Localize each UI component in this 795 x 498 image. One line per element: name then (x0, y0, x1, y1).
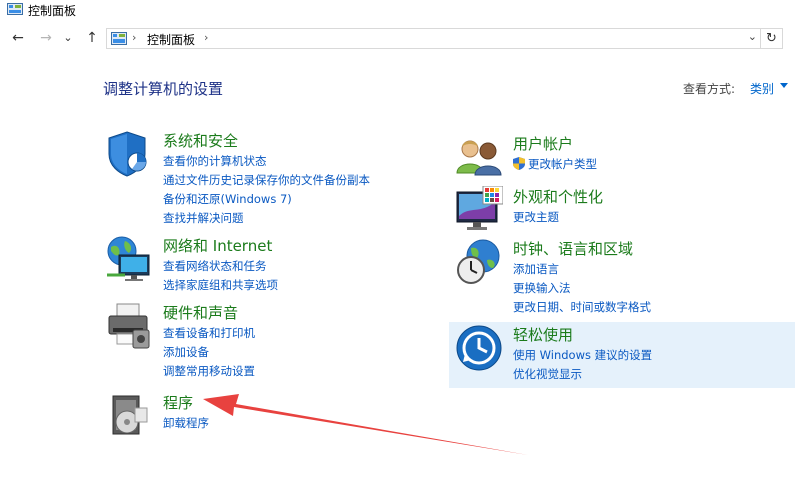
annotation-arrow-icon (203, 394, 528, 455)
